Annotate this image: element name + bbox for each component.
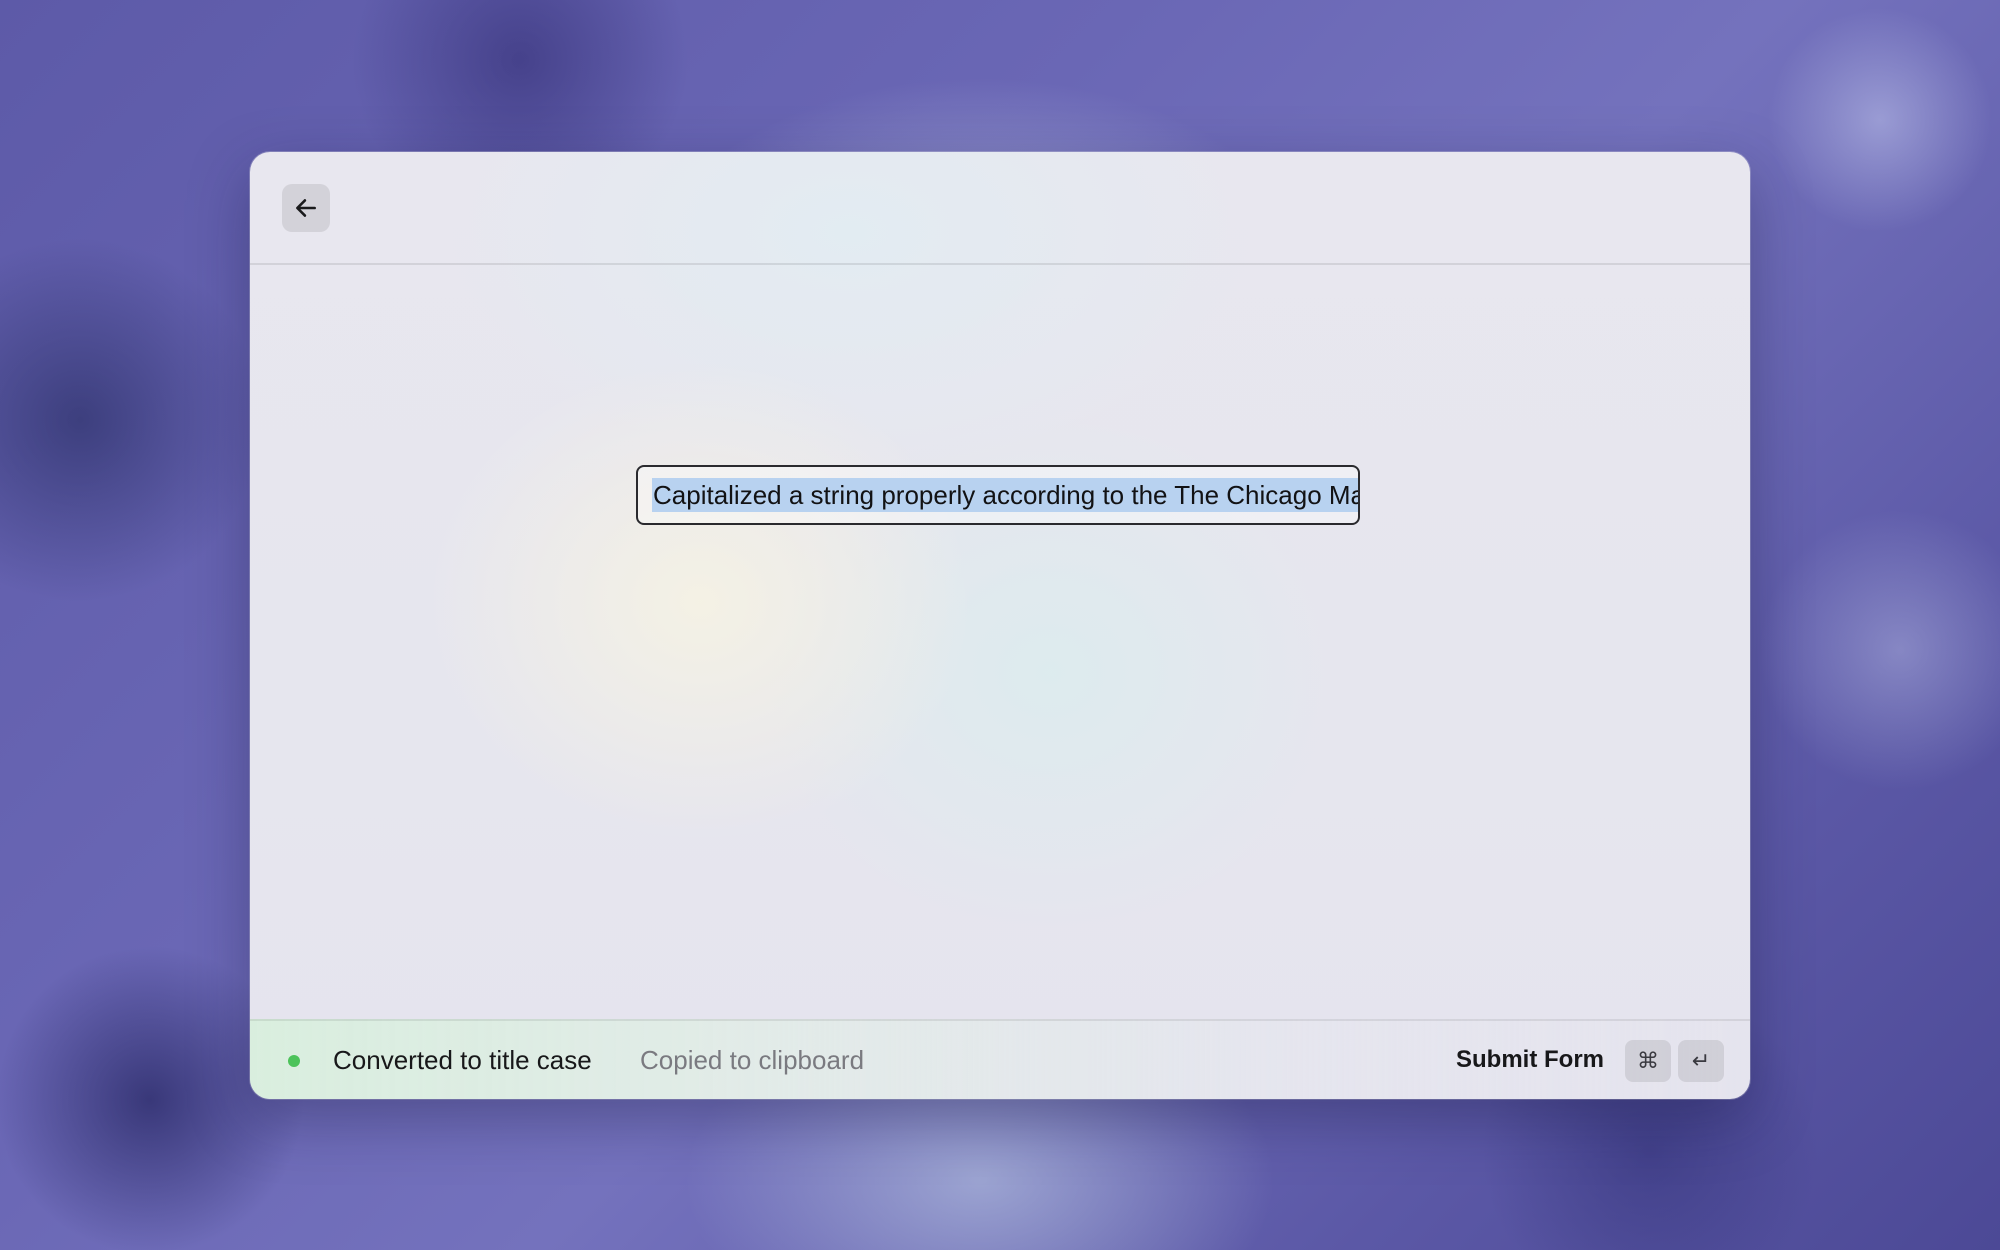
toast-title: Converted to title case xyxy=(333,1045,592,1075)
command-key-icon: ⌘ xyxy=(1625,1040,1671,1082)
back-button[interactable] xyxy=(282,184,330,232)
toast-message: Copied to clipboard xyxy=(640,1045,865,1075)
text-input-value: Capitalized a string properly according … xyxy=(652,478,1358,512)
window-header xyxy=(250,152,1750,265)
submit-form-button[interactable]: Submit Form xyxy=(1456,1043,1604,1077)
command-window: Capitalized a string properly according … xyxy=(250,152,1750,1099)
text-input-field[interactable]: Capitalized a string properly according … xyxy=(636,465,1360,525)
arrow-left-icon xyxy=(296,199,316,217)
status-indicator xyxy=(288,1055,300,1067)
form-content: Capitalized a string properly according … xyxy=(250,265,1750,1010)
action-bar: Converted to title case Copied to clipbo… xyxy=(250,1019,1750,1099)
return-key-icon: ↵ xyxy=(1678,1040,1724,1082)
